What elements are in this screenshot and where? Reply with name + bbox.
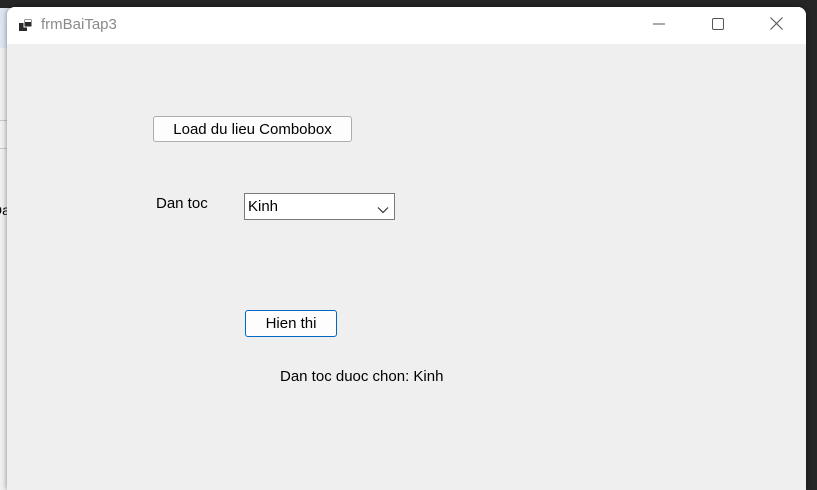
maximize-button[interactable]	[695, 7, 741, 44]
close-button[interactable]	[753, 7, 799, 44]
maximize-icon	[712, 17, 724, 35]
title-bar[interactable]: frmBaiTap3	[7, 7, 806, 44]
load-combobox-button[interactable]: Load du lieu Combobox	[153, 116, 352, 142]
minimize-icon	[653, 17, 665, 35]
show-button[interactable]: Hien thi	[245, 310, 337, 337]
chevron-down-icon[interactable]	[377, 202, 389, 214]
form-window: frmBaiTap3 Load du lieu Combobox Dan toc…	[7, 7, 806, 490]
window-title: frmBaiTap3	[41, 16, 117, 33]
combobox-selected-value: Kinh	[248, 198, 279, 215]
close-icon	[769, 16, 783, 35]
app-window-icon	[18, 17, 34, 33]
dantoc-combobox[interactable]: Kinh	[244, 193, 395, 220]
show-button-label: Hien thi	[265, 315, 317, 332]
dantoc-label: Dan toc	[156, 195, 208, 212]
selected-dantoc-result: Dan toc duoc chon: Kinh	[280, 368, 444, 385]
load-combobox-button-label: Load du lieu Combobox	[173, 120, 332, 138]
minimize-button[interactable]	[636, 7, 682, 44]
